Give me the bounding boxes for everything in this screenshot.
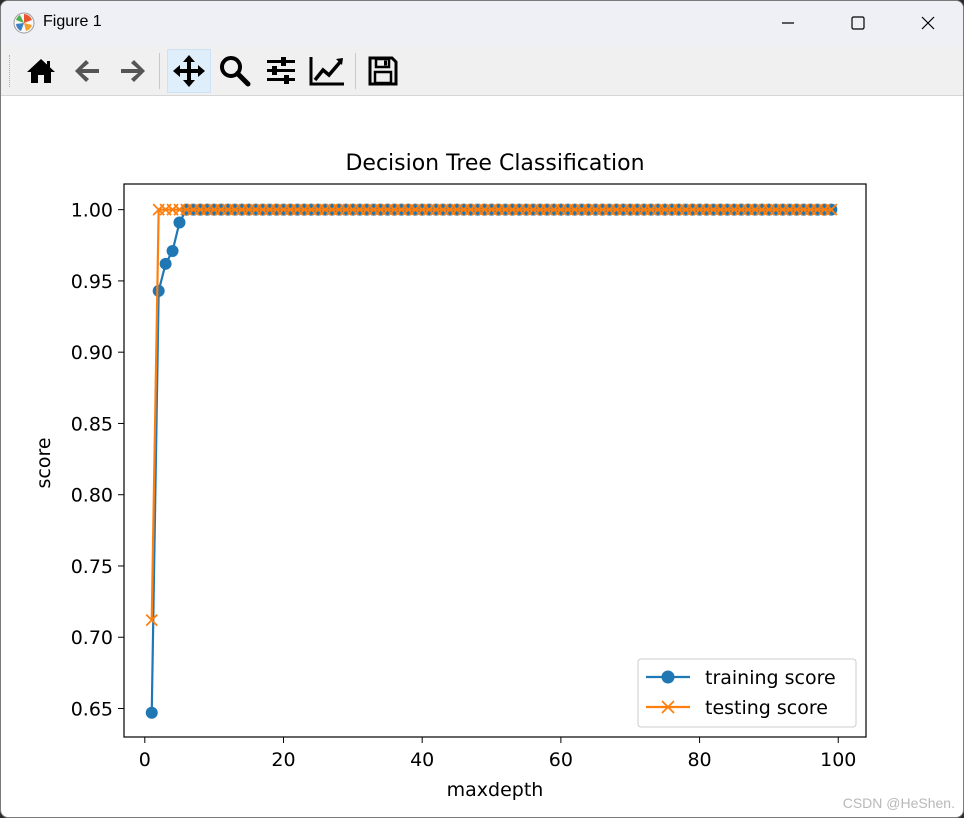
x-tick-label: 60 bbox=[549, 749, 573, 771]
y-tick-label: 1.00 bbox=[71, 200, 113, 222]
axes-frame bbox=[123, 183, 867, 738]
figure-window: Figure 1 Decision Tree Classification 0 … bbox=[0, 0, 964, 818]
pan-move-icon bbox=[173, 55, 205, 87]
series-line-testing-score bbox=[150, 208, 832, 621]
toolbar-separator bbox=[159, 53, 160, 89]
pan-button[interactable] bbox=[167, 49, 211, 93]
x-tick-label: 100 bbox=[820, 749, 856, 771]
y-tick-label: 0.80 bbox=[71, 485, 113, 507]
back-arrow-icon bbox=[75, 60, 99, 82]
window-title: Figure 1 bbox=[43, 13, 102, 30]
maximize-icon bbox=[851, 16, 865, 30]
navigation-toolbar bbox=[1, 45, 963, 96]
legend-label-training: training score bbox=[705, 667, 836, 689]
data-point bbox=[145, 706, 158, 719]
series-line-training-score bbox=[150, 208, 832, 713]
x-tick-label: 20 bbox=[271, 749, 295, 771]
configure-subplots-button[interactable] bbox=[259, 49, 303, 93]
home-icon bbox=[27, 59, 55, 83]
data-point bbox=[166, 244, 179, 257]
forward-arrow-icon bbox=[121, 60, 145, 82]
zoom-magnifier-icon bbox=[220, 56, 251, 87]
legend-label-testing: testing score bbox=[705, 697, 828, 719]
watermark: CSDN @HeShen. bbox=[842, 795, 955, 811]
forward-button[interactable] bbox=[111, 49, 155, 93]
zoom-button[interactable] bbox=[213, 49, 257, 93]
title-bar[interactable]: Figure 1 bbox=[1, 1, 963, 45]
data-point bbox=[152, 284, 165, 297]
y-tick-label: 0.75 bbox=[71, 556, 113, 578]
x-tick-label: 80 bbox=[687, 749, 711, 771]
edit-axis-icon bbox=[309, 57, 344, 86]
chart-title: Decision Tree Classification bbox=[345, 151, 644, 176]
y-tick-label: 0.95 bbox=[71, 271, 113, 293]
legend: training score testing score bbox=[637, 658, 857, 728]
save-button[interactable] bbox=[361, 49, 405, 93]
x-axis-label: maxdepth bbox=[447, 779, 544, 801]
plot-lines bbox=[145, 203, 838, 719]
legend-marker-training bbox=[661, 670, 675, 684]
save-floppy-icon bbox=[368, 56, 398, 86]
toolbar-grip[interactable] bbox=[9, 55, 14, 87]
data-point bbox=[173, 216, 186, 229]
x-tick-label: 0 bbox=[139, 749, 151, 771]
y-tick-label: 0.65 bbox=[71, 698, 113, 720]
minimize-button[interactable] bbox=[753, 1, 823, 45]
matplotlib-logo-icon bbox=[13, 12, 35, 34]
x-tick-label: 40 bbox=[410, 749, 434, 771]
data-point bbox=[159, 257, 172, 270]
toolbar-separator bbox=[355, 53, 356, 89]
edit-axis-button[interactable] bbox=[305, 49, 349, 93]
close-icon bbox=[921, 16, 935, 30]
y-tick-label: 0.85 bbox=[71, 413, 113, 435]
configure-subplots-icon bbox=[267, 57, 295, 84]
back-button[interactable] bbox=[65, 49, 109, 93]
figure-canvas[interactable]: Decision Tree Classification 0 20 40 60 80 10… bbox=[1, 96, 963, 817]
y-tick-label: 0.70 bbox=[71, 627, 113, 649]
minimize-icon bbox=[782, 22, 794, 24]
y-axis-label: score bbox=[33, 437, 55, 488]
maximize-button[interactable] bbox=[823, 1, 893, 45]
y-tick-label: 0.90 bbox=[71, 342, 113, 364]
home-button[interactable] bbox=[19, 49, 63, 93]
close-button[interactable] bbox=[893, 1, 963, 45]
